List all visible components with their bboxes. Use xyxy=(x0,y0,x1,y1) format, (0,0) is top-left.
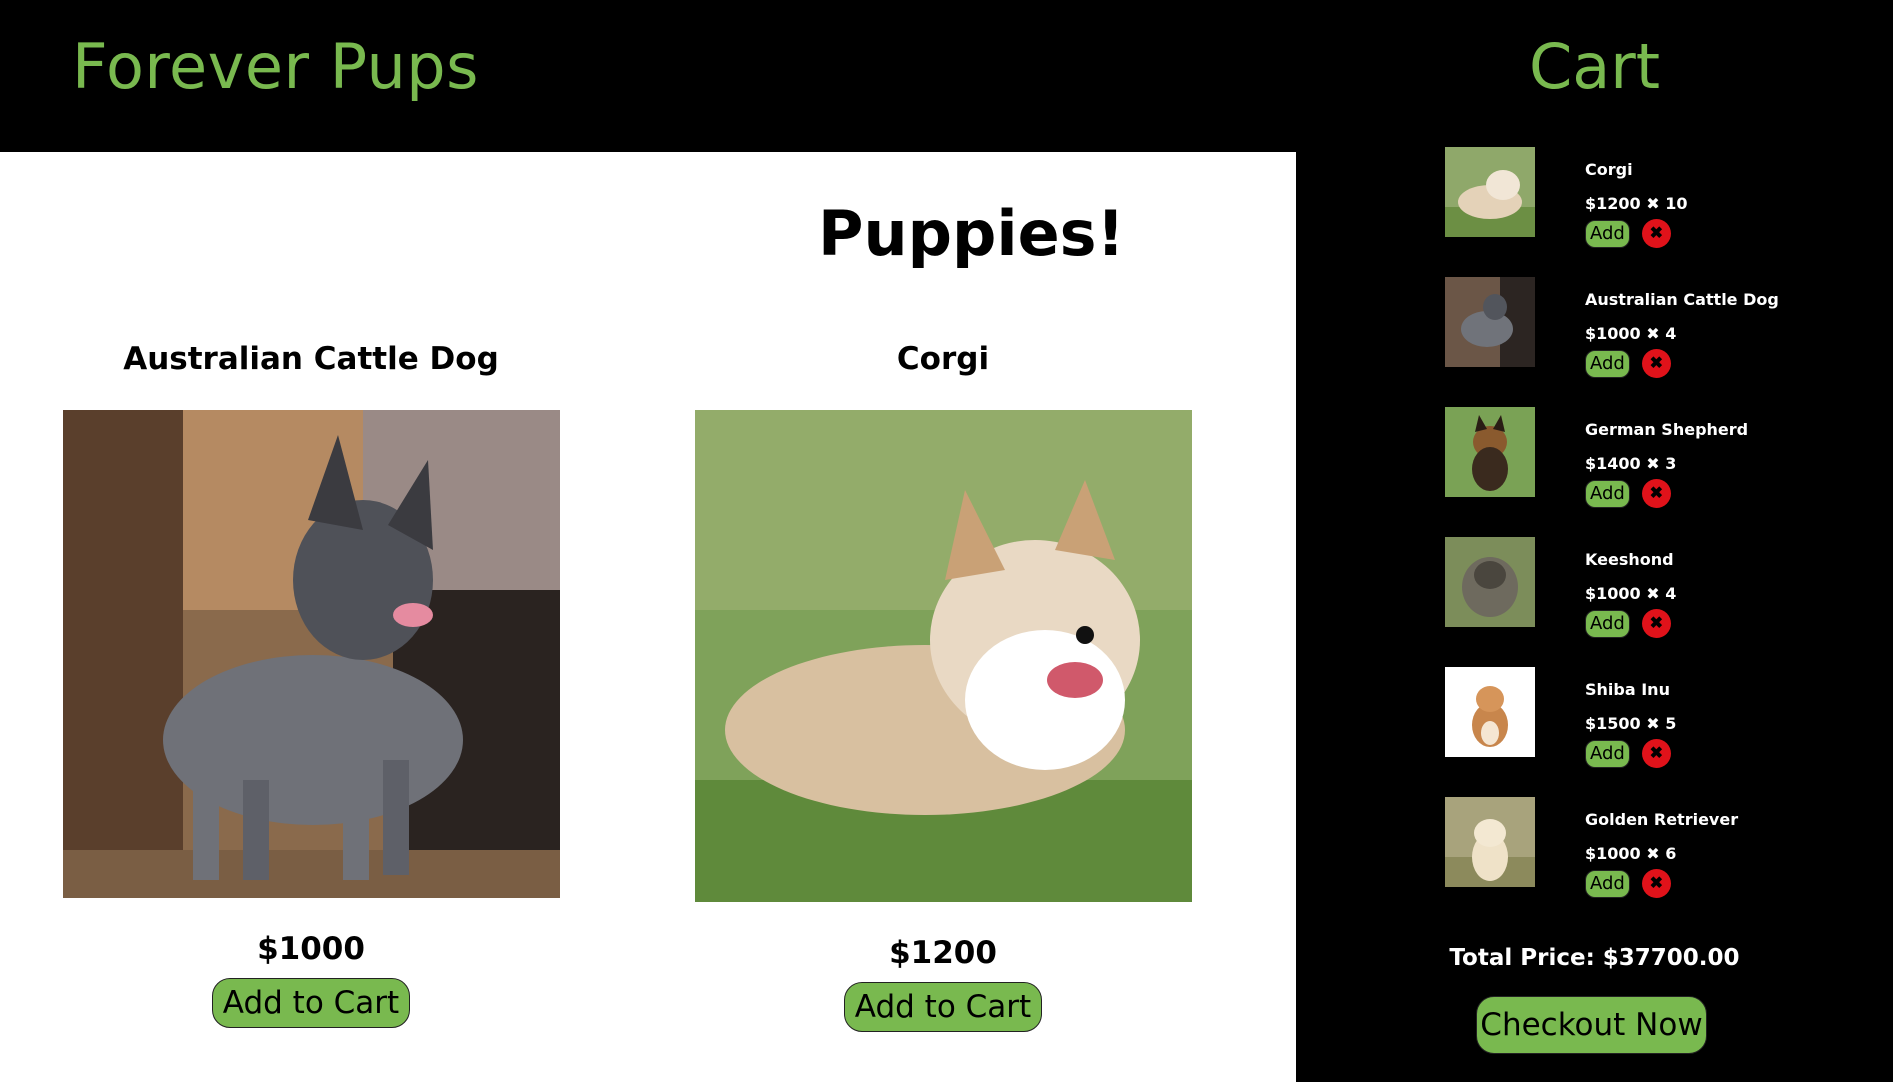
cart-item-price: $1500 xyxy=(1585,714,1641,733)
page-title: Puppies! xyxy=(0,197,1296,270)
cart-item: Australian Cattle Dog $1000 ✖ 4 Add ✖ xyxy=(1445,277,1865,407)
cart-item-qty: 5 xyxy=(1665,714,1677,733)
brand-title[interactable]: Forever Pups xyxy=(72,30,479,103)
cart-item-qty: 4 xyxy=(1665,584,1677,603)
add-to-cart-button[interactable]: Add to Cart xyxy=(211,978,411,1028)
cart-title: Cart xyxy=(1528,30,1661,103)
cart-thumb-cattle-dog xyxy=(1445,277,1535,367)
cart-thumb-corgi xyxy=(1445,147,1535,237)
product-card: Corgi $1200 Add to Cart xyxy=(693,342,1193,1032)
cart-item-name: Golden Retriever xyxy=(1585,810,1739,829)
product-name: Corgi xyxy=(896,341,990,377)
cart-item-actions: Add ✖ xyxy=(1585,219,1671,248)
cart-item-price: $1000 xyxy=(1585,584,1641,603)
cart-item: Keeshond $1000 ✖ 4 Add ✖ xyxy=(1445,537,1865,667)
cart-item: Shiba Inu $1500 ✖ 5 Add ✖ xyxy=(1445,667,1865,797)
cart-add-button[interactable]: Add xyxy=(1585,739,1630,768)
cart-item-price-qty: $1500 ✖ 5 xyxy=(1585,714,1676,733)
cart-item-name: German Shepherd xyxy=(1585,420,1749,439)
cart-add-button[interactable]: Add xyxy=(1585,869,1630,898)
page-title-text: Puppies! xyxy=(818,197,1125,270)
cart-total: Total Price: $37700.00 xyxy=(1449,945,1740,971)
close-icon[interactable]: ✖ xyxy=(1641,739,1671,768)
cart-item-price: $1200 xyxy=(1585,194,1641,213)
close-icon[interactable]: ✖ xyxy=(1641,349,1671,378)
cart-item-price: $1400 xyxy=(1585,454,1641,473)
cart-thumb-shiba-inu xyxy=(1445,667,1535,757)
cart-item-name: Keeshond xyxy=(1585,550,1674,569)
cart-item-qty: 3 xyxy=(1665,454,1677,473)
cart-item-price-qty: $1000 ✖ 4 xyxy=(1585,324,1676,343)
product-name: Australian Cattle Dog xyxy=(123,341,499,377)
cart-item-price-qty: $1000 ✖ 6 xyxy=(1585,844,1676,863)
main-content: Puppies! Australian Cattle Dog $1000 Add… xyxy=(0,152,1296,1082)
cart-item-qty: 4 xyxy=(1665,324,1677,343)
product-image-corgi xyxy=(694,410,1192,902)
cart-item-price-qty: $1000 ✖ 4 xyxy=(1585,584,1676,603)
cart-item-price: $1000 xyxy=(1585,844,1641,863)
cart-item-actions: Add ✖ xyxy=(1585,739,1671,768)
checkout-button[interactable]: Checkout Now xyxy=(1476,996,1707,1054)
cart-item-qty: 6 xyxy=(1665,844,1677,863)
multiply-icon: ✖ xyxy=(1646,454,1660,473)
product-image-cattle-dog xyxy=(62,410,560,898)
cart-add-button[interactable]: Add xyxy=(1585,219,1630,248)
cart-item-name: Corgi xyxy=(1585,160,1633,179)
cart-add-button[interactable]: Add xyxy=(1585,609,1630,638)
cart-item-name: Australian Cattle Dog xyxy=(1585,290,1779,309)
close-icon[interactable]: ✖ xyxy=(1641,479,1671,508)
product-price: $1000 xyxy=(257,931,365,967)
multiply-icon: ✖ xyxy=(1646,584,1660,603)
close-icon[interactable]: ✖ xyxy=(1641,219,1671,248)
close-icon[interactable]: ✖ xyxy=(1641,869,1671,898)
cart-item-price: $1000 xyxy=(1585,324,1641,343)
cart-add-button[interactable]: Add xyxy=(1585,479,1630,508)
cart-add-button[interactable]: Add xyxy=(1585,349,1630,378)
multiply-icon: ✖ xyxy=(1646,844,1660,863)
multiply-icon: ✖ xyxy=(1646,194,1660,213)
multiply-icon: ✖ xyxy=(1646,324,1660,343)
product-price: $1200 xyxy=(889,935,997,971)
close-icon[interactable]: ✖ xyxy=(1641,609,1671,638)
cart-item-price-qty: $1400 ✖ 3 xyxy=(1585,454,1676,473)
cart-thumb-german-shepherd xyxy=(1445,407,1535,497)
cart-panel: Cart Corgi $1200 ✖ 10 Add ✖ Australian C… xyxy=(1296,0,1893,1082)
cart-item-name: Shiba Inu xyxy=(1585,680,1670,699)
cart-thumb-keeshond xyxy=(1445,537,1535,627)
product-card: Australian Cattle Dog $1000 Add to Cart xyxy=(61,342,561,1028)
cart-item: Golden Retriever $1000 ✖ 6 Add ✖ xyxy=(1445,797,1865,927)
cart-item: Corgi $1200 ✖ 10 Add ✖ xyxy=(1445,147,1865,277)
cart-item: German Shepherd $1400 ✖ 3 Add ✖ xyxy=(1445,407,1865,537)
cart-item-actions: Add ✖ xyxy=(1585,869,1671,898)
multiply-icon: ✖ xyxy=(1646,714,1660,733)
cart-item-price-qty: $1200 ✖ 10 xyxy=(1585,194,1688,213)
add-to-cart-button[interactable]: Add to Cart xyxy=(843,982,1043,1032)
cart-item-actions: Add ✖ xyxy=(1585,349,1671,378)
cart-item-actions: Add ✖ xyxy=(1585,609,1671,638)
cart-item-qty: 10 xyxy=(1665,194,1688,213)
cart-item-actions: Add ✖ xyxy=(1585,479,1671,508)
cart-list: Corgi $1200 ✖ 10 Add ✖ Australian Cattle… xyxy=(1445,147,1865,927)
header: Forever Pups xyxy=(0,0,1296,152)
cart-thumb-golden-retriever xyxy=(1445,797,1535,887)
